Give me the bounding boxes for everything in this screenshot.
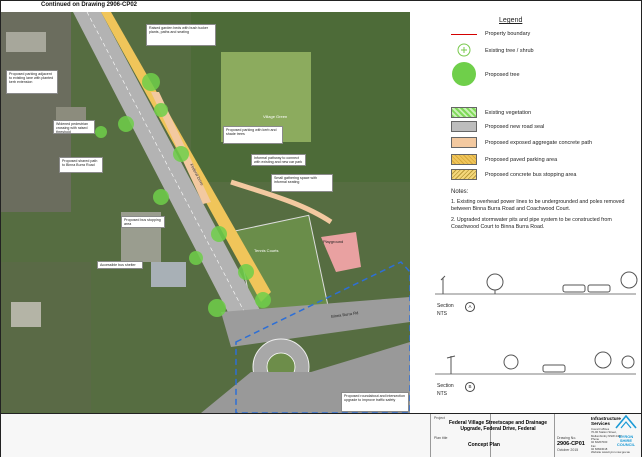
drawing-sheet: Continued on Drawing 2906-CP02 Village G…: [0, 0, 642, 457]
section-b-scale: NTS: [437, 391, 447, 397]
callout-parking-lane: Proposed parking adjacent to existing la…: [6, 70, 58, 94]
site-plan-drawing: [1, 12, 410, 413]
section-b-label: Section: [437, 383, 454, 389]
concrete-path-swatch: [451, 137, 477, 148]
drawing-date: October 2015: [557, 448, 579, 452]
callout-garden-beds: Raised garden beds with bush tucker plan…: [146, 24, 216, 46]
legend-item-bus-stopping: Proposed concrete bus stopping area: [451, 169, 576, 180]
legend-title: Legend: [499, 17, 523, 24]
tennis-courts-label: Tennis Courts: [254, 248, 279, 253]
callout-roundabout: Proposed roundabout and intersection upg…: [341, 392, 409, 412]
section-a-scale: NTS: [437, 311, 447, 317]
playground-label: Playground: [323, 239, 344, 244]
byron-logo-icon: [615, 414, 637, 429]
callout-shared-path: Proposed shared path to Binna Burra Road: [59, 157, 103, 173]
plan-title: Concept Plan: [468, 442, 500, 448]
section-a-marker: A: [465, 302, 475, 312]
legend-item-property-boundary: Property boundary: [451, 31, 530, 37]
drawing-number: 2906-CP01: [557, 441, 585, 447]
paved-parking-swatch: [451, 154, 477, 165]
section-b-marker: B: [465, 382, 475, 392]
legend-panel: Legend Property boundary Existing tree /…: [413, 1, 641, 413]
logo-text: BYRON SHIRE COUNCIL: [616, 434, 636, 448]
legend-item-paved-parking: Proposed paved parking area: [451, 154, 557, 165]
tb-fineprint-cell: [1, 414, 431, 457]
continued-note: Continued on Drawing 2906-CP02: [41, 2, 138, 8]
callout-bus-shelter: Accessible bus shelter: [97, 261, 143, 269]
callout-gathering-space: Small gathering space with informal seat…: [271, 174, 333, 192]
legend-item-proposed-tree: Proposed tree: [451, 61, 520, 89]
property-boundary-swatch: [451, 33, 477, 35]
notes-list: 1. Existing overhead power lines to be u…: [451, 199, 639, 235]
legend-item-existing-tree: Existing tree / shrub: [451, 43, 534, 59]
tb-project-cell: Federal Village Streetscape and Drainage…: [444, 414, 554, 457]
proposed-tree-icon: [451, 61, 477, 89]
callout-informal-pathway: Informal pathway to connect with existin…: [251, 154, 306, 166]
drawing-number-block: Drawing No. 2906-CP01 October 2015: [557, 436, 585, 452]
village-green-label: Village Green: [263, 114, 288, 119]
note-2: 2. Upgraded stormwater pits and pipe sys…: [451, 216, 612, 230]
callout-crossing: Widened pedestrian crossing with raised …: [53, 120, 95, 134]
bus-stopping-swatch: [451, 169, 477, 180]
notes-heading: Notes:: [451, 189, 469, 195]
callout-parking-kerb: Proposed parking with kerb and shade tre…: [223, 126, 283, 144]
project-title: Federal Village Streetscape and Drainage…: [448, 420, 547, 432]
section-a-sketch: [435, 271, 638, 295]
legend-item-concrete-path: Proposed exposed aggregate concrete path: [451, 137, 605, 148]
section-b-sketch: [435, 351, 636, 375]
aerial-site-plan: Village Green Tennis Courts Playground F…: [1, 12, 410, 413]
section-a-label: Section: [437, 303, 454, 309]
note-1: 1. Existing overhead power lines to be u…: [451, 199, 625, 212]
road-seal-swatch: [451, 121, 477, 132]
council-logo: BYRON SHIRE COUNCIL: [613, 414, 639, 448]
existing-vegetation-swatch: [451, 107, 477, 118]
drawing-heading: Drawing No.: [557, 436, 577, 440]
existing-tree-icon: [451, 43, 477, 59]
callout-bus-stop: Proposed bus stopping area: [121, 216, 165, 228]
title-block: Project Plan title Federal Village Stree…: [1, 413, 641, 457]
legend-item-existing-vegetation: Existing vegetation: [451, 107, 531, 118]
legend-item-road-seal: Proposed new road seal: [451, 121, 544, 132]
